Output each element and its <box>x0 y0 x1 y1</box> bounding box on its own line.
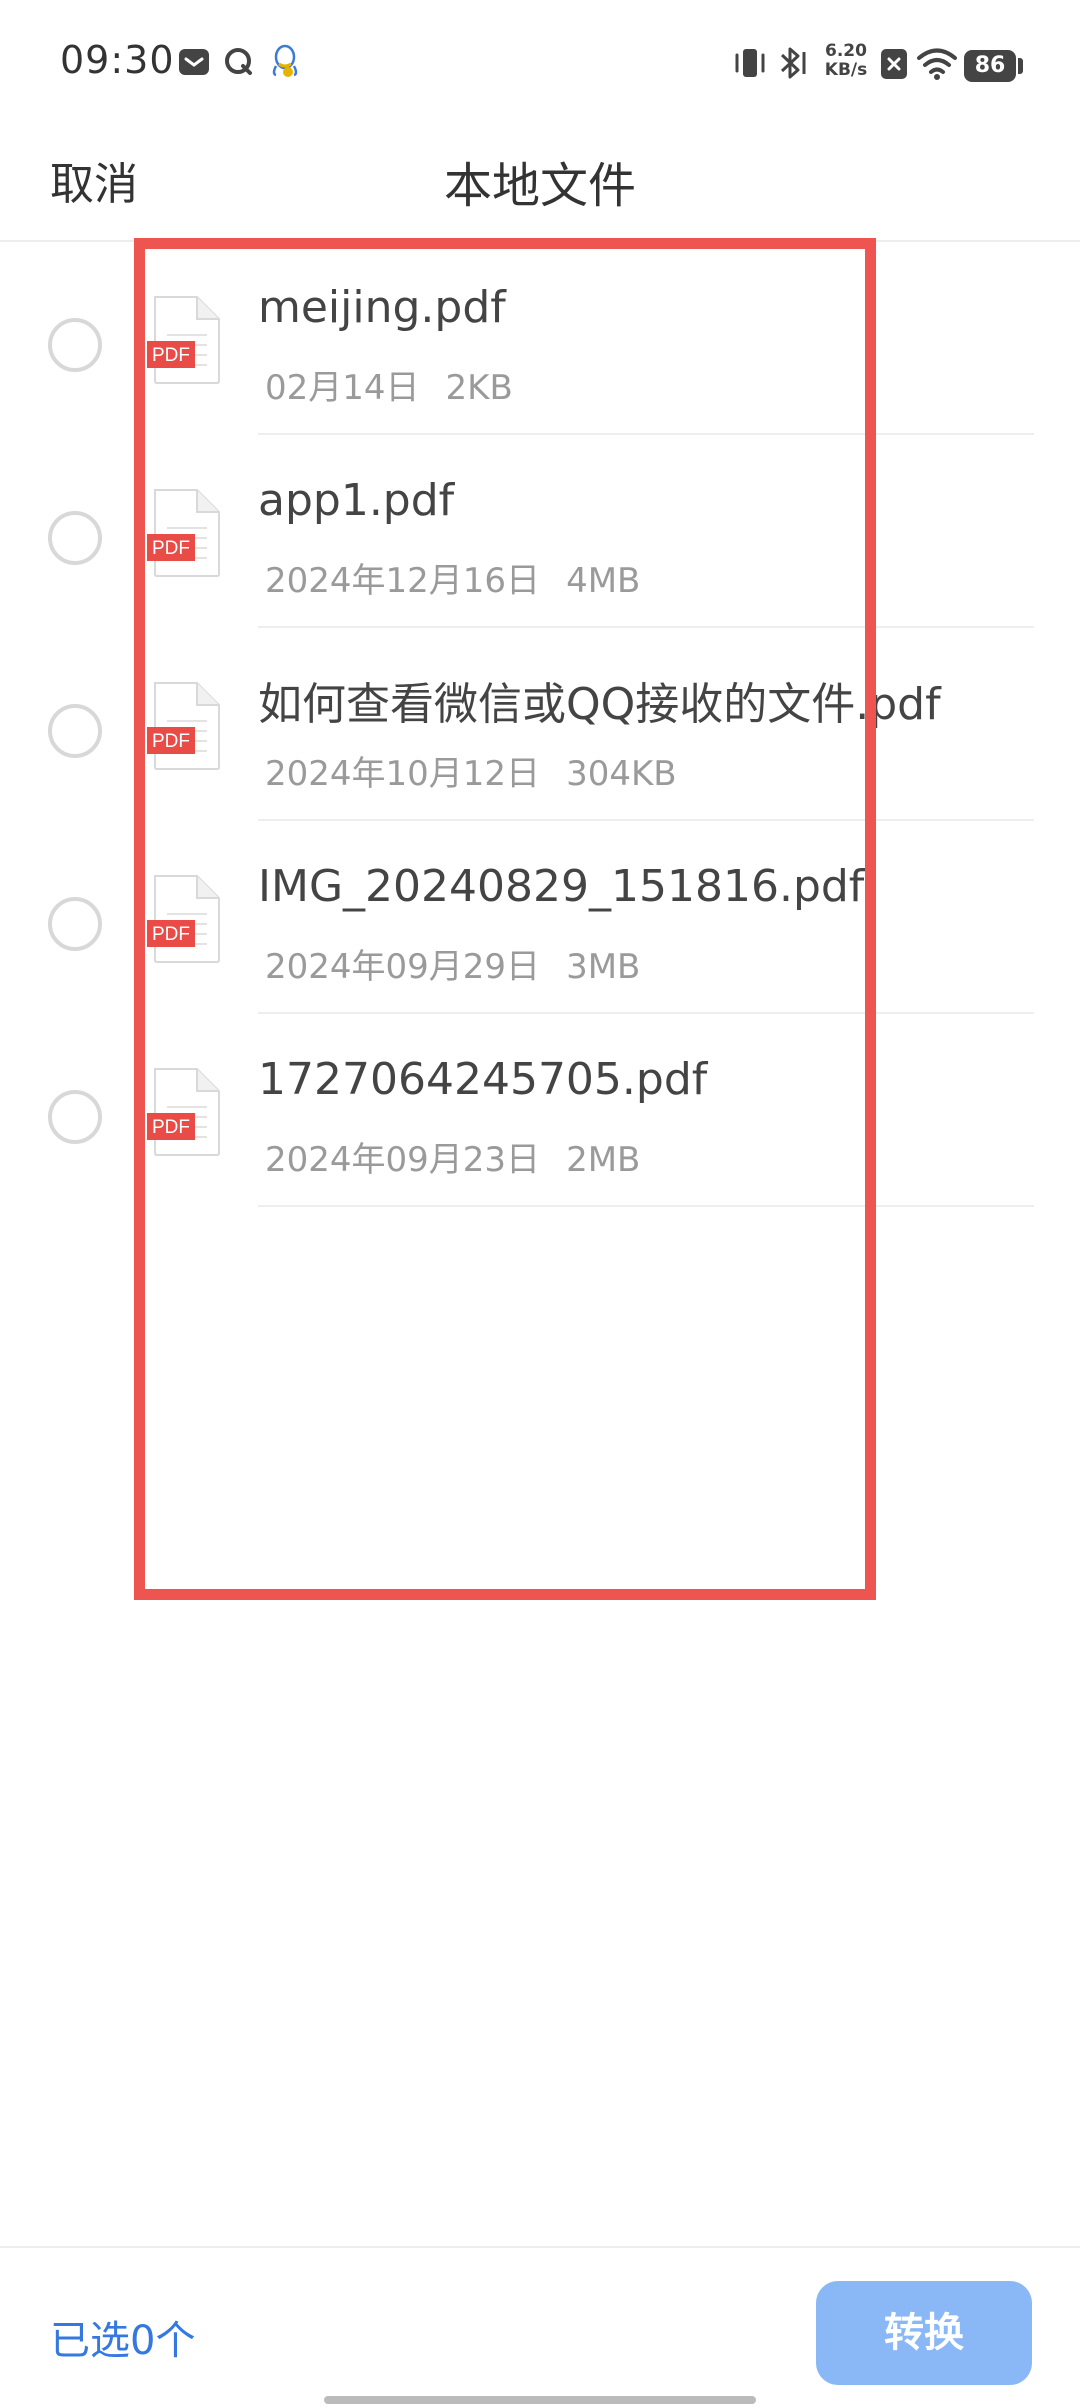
list-item[interactable]: PDF meijing.pdf 02月14日 2KB <box>0 242 1080 435</box>
convert-button[interactable]: 转换 <box>816 2281 1032 2385</box>
file-size: 3MB <box>566 947 641 987</box>
status-time: 09:30 <box>60 38 175 82</box>
select-radio[interactable] <box>48 704 102 758</box>
net-speed-value: 6.20 <box>825 41 867 61</box>
file-name: IMG_20240829_151816.pdf <box>258 861 865 912</box>
list-item[interactable]: PDF 1727064245705.pdf 2024年09月23日 2MB <box>0 1014 1080 1207</box>
qq-icon <box>272 44 298 77</box>
file-meta: 2024年09月29日 3MB <box>265 939 640 988</box>
page-title: 本地文件 <box>443 158 636 214</box>
selected-count: 已选0个 <box>50 2318 196 2364</box>
pdf-file-icon: PDF <box>147 875 220 963</box>
file-size: 2KB <box>445 368 513 408</box>
file-meta: 02月14日 2KB <box>265 360 513 409</box>
file-date: 2024年10月12日 <box>265 754 541 794</box>
file-name: 1727064245705.pdf <box>258 1054 708 1105</box>
bottom-bar: 已选0个 转换 <box>0 2246 1080 2408</box>
cancel-button[interactable]: 取消 <box>50 148 138 212</box>
row-divider <box>258 1205 1034 1207</box>
mail-icon <box>179 49 209 75</box>
select-radio[interactable] <box>48 318 102 372</box>
status-bar: 09:30 6.20 KB/s 86 <box>0 0 1080 120</box>
file-date: 2024年09月29日 <box>265 947 541 987</box>
select-radio[interactable] <box>48 897 102 951</box>
battery-tip <box>1018 58 1023 74</box>
header: 本地文件 取消 <box>0 120 1080 242</box>
list-item[interactable]: PDF 如何查看微信或QQ接收的文件.pdf 2024年10月12日 304KB <box>0 628 1080 821</box>
file-date: 2024年09月23日 <box>265 1140 541 1180</box>
screen: 09:30 6.20 KB/s 86 本地文件 取消 PDF meijing.p… <box>0 0 1080 2408</box>
file-meta: 2024年09月23日 2MB <box>265 1132 640 1181</box>
pdf-file-icon: PDF <box>147 489 220 577</box>
file-size: 2MB <box>566 1140 641 1180</box>
select-radio[interactable] <box>48 1090 102 1144</box>
q-app-icon <box>225 48 252 75</box>
file-list: PDF meijing.pdf 02月14日 2KB PDF app1.pdf 2… <box>0 242 1080 1207</box>
file-size: 4MB <box>566 561 641 601</box>
file-size: 304KB <box>566 754 677 794</box>
file-date: 2024年12月16日 <box>265 561 541 601</box>
file-meta: 2024年12月16日 4MB <box>265 553 640 602</box>
pdf-file-icon: PDF <box>147 682 220 770</box>
pdf-badge: PDF <box>152 538 190 559</box>
file-name: app1.pdf <box>258 475 455 526</box>
pdf-badge: PDF <box>152 924 190 945</box>
net-speed: 6.20 KB/s <box>820 42 872 80</box>
home-indicator[interactable] <box>324 2396 756 2404</box>
list-item[interactable]: PDF IMG_20240829_151816.pdf 2024年09月29日 3… <box>0 821 1080 1014</box>
battery-icon: 86 <box>964 50 1016 82</box>
select-radio[interactable] <box>48 511 102 565</box>
file-name: 如何查看微信或QQ接收的文件.pdf <box>258 679 941 730</box>
pdf-badge: PDF <box>152 1117 190 1138</box>
pdf-file-icon: PDF <box>147 296 220 384</box>
net-speed-unit: KB/s <box>824 60 868 80</box>
file-meta: 2024年10月12日 304KB <box>265 746 677 795</box>
bluetooth-icon <box>780 47 806 79</box>
pdf-badge: PDF <box>152 345 190 366</box>
file-date: 02月14日 <box>265 368 420 408</box>
wifi-icon <box>917 48 957 80</box>
pdf-badge: PDF <box>152 731 190 752</box>
pdf-file-icon: PDF <box>147 1068 220 1156</box>
file-name: meijing.pdf <box>258 282 506 333</box>
sim-blocked-icon <box>881 49 907 79</box>
vibrate-icon <box>735 49 765 77</box>
list-item[interactable]: PDF app1.pdf 2024年12月16日 4MB <box>0 435 1080 628</box>
